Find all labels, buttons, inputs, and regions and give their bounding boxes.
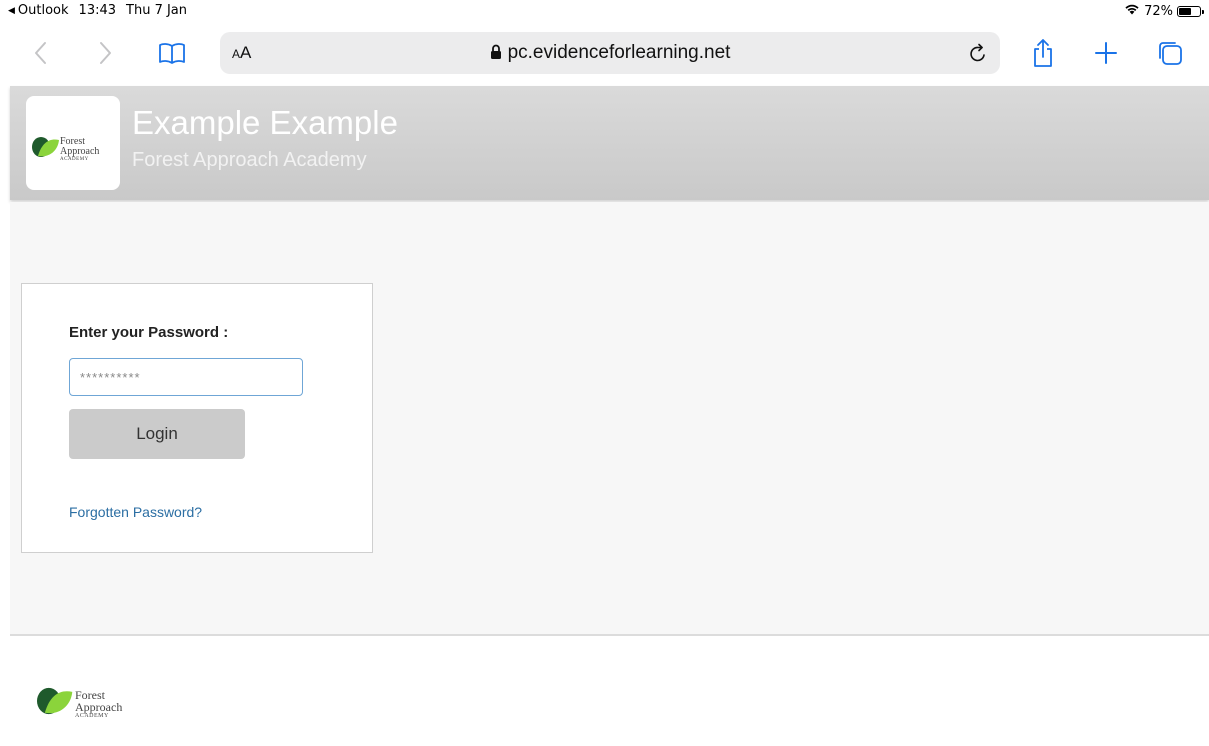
book-icon[interactable] [155,36,189,70]
header-logo-box: Forest Approach ACADEMY [26,96,120,190]
battery-fill [1179,7,1192,15]
tabs-icon[interactable] [1153,36,1187,70]
browser-toolbar: AA pc.evidenceforlearning.net [0,22,1209,84]
status-date: Thu 7 Jan [126,3,188,18]
logo-line2: Approach [60,146,100,157]
footer-logo-line1: Forest [75,687,105,702]
leaf-logo-icon [34,684,74,723]
lock-icon [490,34,502,76]
password-label: Enter your Password : [69,324,229,341]
footer-logo-line2: Approach [75,699,123,714]
header-logo: Forest Approach ACADEMY [30,134,99,165]
site-header: Forest Approach ACADEMY Example Example … [10,86,1209,200]
reload-icon[interactable] [968,42,988,69]
logo-wordmark: Forest Approach ACADEMY [60,137,100,163]
main-content: Enter your Password : Login Forgotten Pa… [10,202,1209,636]
forgotten-password-link[interactable]: Forgotten Password? [69,504,202,520]
page-subtitle: Forest Approach Academy [132,149,367,171]
chevron-left-icon[interactable] [24,36,58,70]
back-to-app-link[interactable]: Outlook [8,3,69,18]
status-right: 72% [1124,3,1204,19]
battery-icon [1177,5,1204,17]
address-bar[interactable]: AA pc.evidenceforlearning.net [220,32,1000,74]
footer-logo: Forest Approach ACADEMY [34,684,122,723]
battery-percent: 72% [1144,3,1173,19]
login-card: Enter your Password : Login Forgotten Pa… [21,283,373,553]
footer-logo-wordmark: Forest Approach ACADEMY [75,689,122,719]
url-display[interactable]: pc.evidenceforlearning.net [220,32,1000,74]
logo-line3: ACADEMY [60,157,89,162]
page-title: Example Example [132,104,398,141]
login-button[interactable]: Login [69,409,245,459]
password-input[interactable] [69,358,303,396]
share-icon[interactable] [1026,36,1060,70]
leaf-logo-icon [30,134,60,165]
plus-icon[interactable] [1089,36,1123,70]
chevron-right-icon[interactable] [88,36,122,70]
status-time: 13:43 [78,3,117,18]
url-text: pc.evidenceforlearning.net [507,42,731,63]
status-left: Outlook 13:43 Thu 7 Jan [8,3,187,18]
status-bar: Outlook 13:43 Thu 7 Jan 72% [0,0,1209,22]
wifi-icon [1124,3,1140,19]
